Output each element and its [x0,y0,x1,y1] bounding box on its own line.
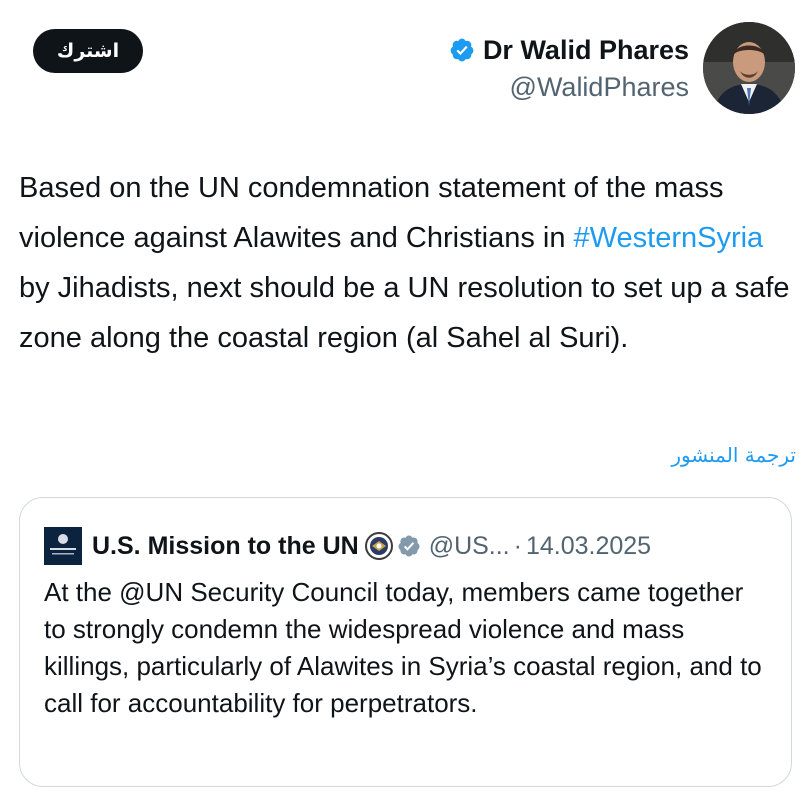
government-seal-icon [364,532,393,560]
author-handle[interactable]: @WalidPhares [449,72,689,103]
quoted-tweet-date[interactable]: 14.03.2025 [526,532,651,561]
quoted-tweet-text: At the @UN Security Council today, membe… [44,577,762,718]
tweet-text-end: by Jihadists, next should be a UN resolu… [19,272,790,354]
verified-badge-icon [450,38,474,62]
quoted-author-name[interactable]: U.S. Mission to the UN [92,532,359,561]
author-avatar[interactable] [703,22,795,114]
separator-dot: · [513,531,522,560]
translate-post-link[interactable]: ترجمة المنشور [671,443,796,467]
hashtag-link[interactable]: #WesternSyria [574,222,764,254]
quoted-tweet-header: U.S. Mission to the UN @US... · 14.03.20… [44,526,771,566]
us-mission-logo-icon [44,527,82,565]
tweet-text: Based on the UN condemnation statement o… [19,163,791,363]
quoted-tweet-card[interactable]: U.S. Mission to the UN @US... · 14.03.20… [19,497,792,787]
quoted-author-handle[interactable]: @US... [429,532,510,561]
author-name[interactable]: Dr Walid Phares [483,35,689,66]
subscribe-button[interactable]: اشترك [33,29,143,73]
author-name-row: Dr Walid Phares [449,30,689,70]
gray-verified-badge-icon [398,535,420,557]
quoted-author-avatar[interactable] [44,527,82,565]
author-info[interactable]: Dr Walid Phares @WalidPhares [449,30,689,103]
author-avatar-image [703,22,795,114]
